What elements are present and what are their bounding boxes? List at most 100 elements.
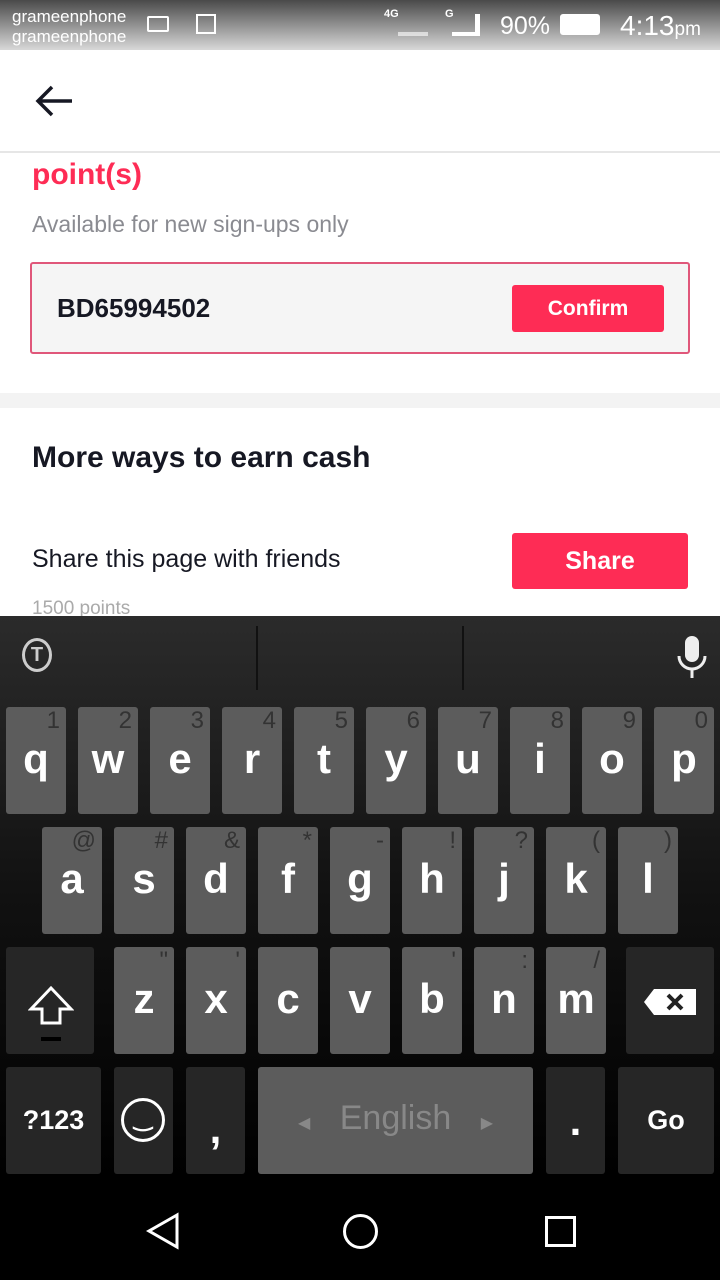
emoji-icon: ‿ [121,1098,165,1142]
key-label: x [204,975,228,1022]
period-key[interactable]: . [546,1067,605,1174]
invite-code-value[interactable]: BD65994502 [57,293,210,324]
backspace-icon [644,989,696,1015]
key-w[interactable]: 2w [78,707,138,814]
key-d[interactable]: & d [186,827,246,934]
key-y[interactable]: 6y [366,707,426,814]
key-label: v [348,975,372,1022]
confirm-button[interactable]: Confirm [512,285,664,332]
key-hint: 3 [190,707,204,734]
key-f[interactable]: * f [258,827,318,934]
go-key[interactable]: Go [618,1067,714,1174]
key-j[interactable]: ? j [474,827,534,934]
key-hint: # [154,827,168,854]
key-e[interactable]: 3e [150,707,210,814]
key-label: o [599,735,625,782]
space-key[interactable]: English ◀ ▶ [258,1067,533,1174]
key-x[interactable]: ' x [186,947,246,1054]
key-label: e [168,735,192,782]
key-u[interactable]: 7u [438,707,498,814]
keyboard: T 1 q 2 w 3 e 4 r 5 t 6 y 7 u 8 i 9 o 0 p @ a # s & d * f - g! h? j(k) l… [0,616,720,1180]
shift-icon [28,985,74,1041]
key-label: p [671,735,697,782]
battery-icon [560,14,600,35]
key-g[interactable]: -g [330,827,390,934]
key-o[interactable]: 9o [582,707,642,814]
key-label: c [276,975,300,1022]
share-text: Share this page with friends [32,545,341,573]
arrow-right-icon: ▶ [480,1115,493,1132]
key-hint: ' [235,947,240,974]
key-c[interactable]: c [258,947,318,1054]
key-a[interactable]: @ a [42,827,102,934]
key-l[interactable]: ) l [618,827,678,934]
key-hint: ( [592,827,600,854]
key-hint: 8 [550,707,564,734]
clock: 4:13 [620,10,675,41]
signal-icon [398,18,428,36]
invite-code-field[interactable]: BD65994502 Confirm [30,262,690,354]
key-hint: - [376,827,384,854]
key-hint: 2 [118,707,132,734]
navigation-bar [0,1180,720,1280]
key-hint: 1 [46,707,60,734]
key-label: g [347,855,373,902]
key-label: k [564,855,588,902]
key-r[interactable]: 4r [222,707,282,814]
back-nav-icon[interactable] [145,1212,181,1250]
key-label: . [569,1097,582,1144]
share-button[interactable]: Share [512,533,688,589]
key-label: d [203,855,229,902]
key-label: u [455,735,481,782]
key-hint: / [593,947,600,974]
key-label: y [384,735,408,782]
key-label: t [317,735,331,782]
home-nav-icon[interactable] [343,1214,378,1249]
back-arrow-icon[interactable] [34,84,74,118]
key-i[interactable]: 8i [510,707,570,814]
key-label: b [419,975,445,1022]
key-hint: " [159,947,168,974]
key-n[interactable]: :n [474,947,534,1054]
key-label: n [491,975,517,1022]
key-hint: @ [71,827,96,854]
image-icon [196,14,216,34]
key-hint: ? [514,827,528,854]
key-hint: 4 [262,707,276,734]
points-title: point(s) [32,158,142,191]
carrier-2: grameenphone [12,27,127,46]
key-p[interactable]: 0p [654,707,714,814]
key-k[interactable]: (k [546,827,606,934]
key-label: m [557,975,595,1022]
key-z[interactable]: " z [114,947,174,1054]
key-v[interactable]: v [330,947,390,1054]
key-q[interactable]: 1q [6,707,66,814]
clock-suffix: pm [674,19,701,40]
key-label: l [642,855,654,902]
key-label: ?123 [22,1105,85,1135]
key-label: s [132,855,156,902]
suggestion-divider [462,626,464,690]
key-hint: 7 [478,707,492,734]
key-label: Go [647,1105,685,1135]
key-hint: 6 [406,707,420,734]
shift-key[interactable] [6,947,94,1054]
delete-key[interactable] [626,947,714,1054]
signal-icon [452,14,480,36]
network-4g: 4G [384,8,399,20]
key-h[interactable]: ! h [402,827,462,934]
key-s[interactable]: # s [114,827,174,934]
key-hint: 0 [694,707,708,734]
symbols-key[interactable]: ?123 [6,1067,101,1174]
emoji-key[interactable]: ‿ [114,1067,173,1174]
recents-nav-icon[interactable] [545,1216,576,1247]
section-divider [0,393,720,408]
key-m[interactable]: / m [546,947,606,1054]
microphone-icon[interactable] [674,634,710,680]
key-label: w [91,735,125,782]
translate-icon[interactable]: T [22,638,52,672]
key-b[interactable]: ' b [402,947,462,1054]
key-label: r [243,735,261,782]
key-t[interactable]: 5t [294,707,354,814]
comma-key[interactable]: , [186,1067,245,1174]
